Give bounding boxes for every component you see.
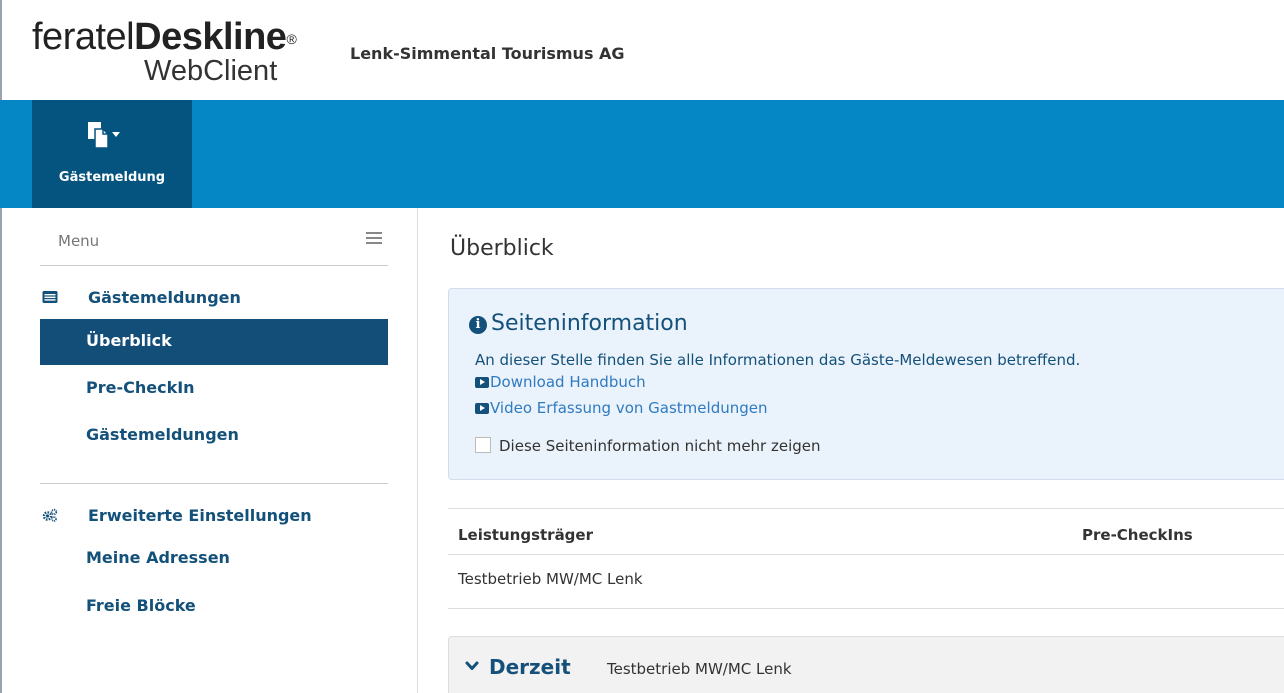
sidebar-divider xyxy=(40,483,388,484)
table-top-border xyxy=(448,508,1284,509)
hide-info-checkbox[interactable] xyxy=(475,436,491,453)
sidebar-item-freie-bloecke[interactable]: Freie Blöcke xyxy=(40,584,388,630)
info-circle-icon: i xyxy=(469,316,487,334)
sidebar-item-label: Gästemeldungen xyxy=(86,425,239,444)
table-bottom-border xyxy=(448,608,1284,609)
sidebar-item-label: Überblick xyxy=(86,331,172,350)
video-play-icon xyxy=(475,403,489,414)
link-label: Download Handbuch xyxy=(490,373,646,391)
page-info-box: i Seiteninformation An dieser Stelle find… xyxy=(448,288,1284,480)
sidebar-item-ueberblick[interactable]: Überblick xyxy=(40,319,388,365)
copy-document-dropdown-icon xyxy=(88,122,120,149)
menu-header: Menu xyxy=(40,224,388,266)
top-navigation-bar: Gästemeldung xyxy=(0,100,1284,208)
logo-light: feratel xyxy=(32,16,135,58)
info-box-title: i Seiteninformation xyxy=(469,311,688,336)
column-header-pre-checkins: Pre-CheckIns xyxy=(1082,526,1193,544)
info-box-text: An dieser Stelle finden Sie alle Informa… xyxy=(475,351,1081,369)
nav-tile-label: Gästemeldung xyxy=(58,170,166,185)
logo-wordmark: feratelDeskline® xyxy=(32,18,332,56)
page-title: Überblick xyxy=(450,236,554,261)
video-play-icon xyxy=(475,377,489,388)
sidebar-item-gaestemeldungen[interactable]: Gästemeldungen xyxy=(40,413,388,459)
logo-bold: Deskline xyxy=(134,16,287,58)
app-header: feratelDeskline® WebClient Lenk-Simmenta… xyxy=(0,0,1284,100)
hamburger-icon[interactable] xyxy=(366,232,382,246)
menu-label: Menu xyxy=(58,232,100,250)
column-header-leistungstraeger: Leistungsträger xyxy=(458,526,593,544)
derzeit-panel[interactable]: Derzeit Testbetrieb MW/MC Lenk xyxy=(448,636,1284,693)
sidebar-group-title: Erweiterte Einstellungen xyxy=(88,506,312,525)
download-handbuch-link[interactable]: Download Handbuch xyxy=(475,373,646,391)
link-label: Video Erfassung von Gastmeldungen xyxy=(490,399,768,417)
nav-tile-gaestemeldung[interactable]: Gästemeldung xyxy=(32,100,192,208)
info-box-title-text: Seiteninformation xyxy=(491,311,688,336)
sidebar-item-meine-adressen[interactable]: Meine Adressen xyxy=(40,536,388,582)
company-name: Lenk-Simmental Tourismus AG xyxy=(350,44,625,63)
chevron-down-icon[interactable] xyxy=(465,659,479,673)
table-header-border xyxy=(448,554,1284,555)
sidebar-item-label: Pre-CheckIn xyxy=(86,378,195,397)
sidebar-item-pre-checkin[interactable]: Pre-CheckIn xyxy=(40,366,388,412)
logo-registered: ® xyxy=(286,31,297,47)
list-card-icon xyxy=(42,291,58,303)
cogs-icon xyxy=(42,508,58,522)
table-cell-betrieb: Testbetrieb MW/MC Lenk xyxy=(458,570,643,588)
video-erfassung-link[interactable]: Video Erfassung von Gastmeldungen xyxy=(475,399,768,417)
derzeit-title: Derzeit xyxy=(489,655,571,679)
sidebar-item-label: Meine Adressen xyxy=(86,548,230,567)
sidebar: Menu Gästemeldungen Überblick Pre-CheckI… xyxy=(0,208,418,693)
hide-info-checkbox-row[interactable]: Diese Seiteninformation nicht mehr zeige… xyxy=(475,436,821,455)
checkbox-label: Diese Seiteninformation nicht mehr zeige… xyxy=(499,437,821,455)
logo-subtitle: WebClient xyxy=(144,55,278,87)
sidebar-item-label: Freie Blöcke xyxy=(86,596,196,615)
main-content: Überblick i Seiteninformation An dieser S… xyxy=(420,208,1284,693)
logo[interactable]: feratelDeskline® WebClient xyxy=(32,18,332,86)
derzeit-subtitle: Testbetrieb MW/MC Lenk xyxy=(607,660,792,678)
sidebar-group-title: Gästemeldungen xyxy=(88,288,241,307)
